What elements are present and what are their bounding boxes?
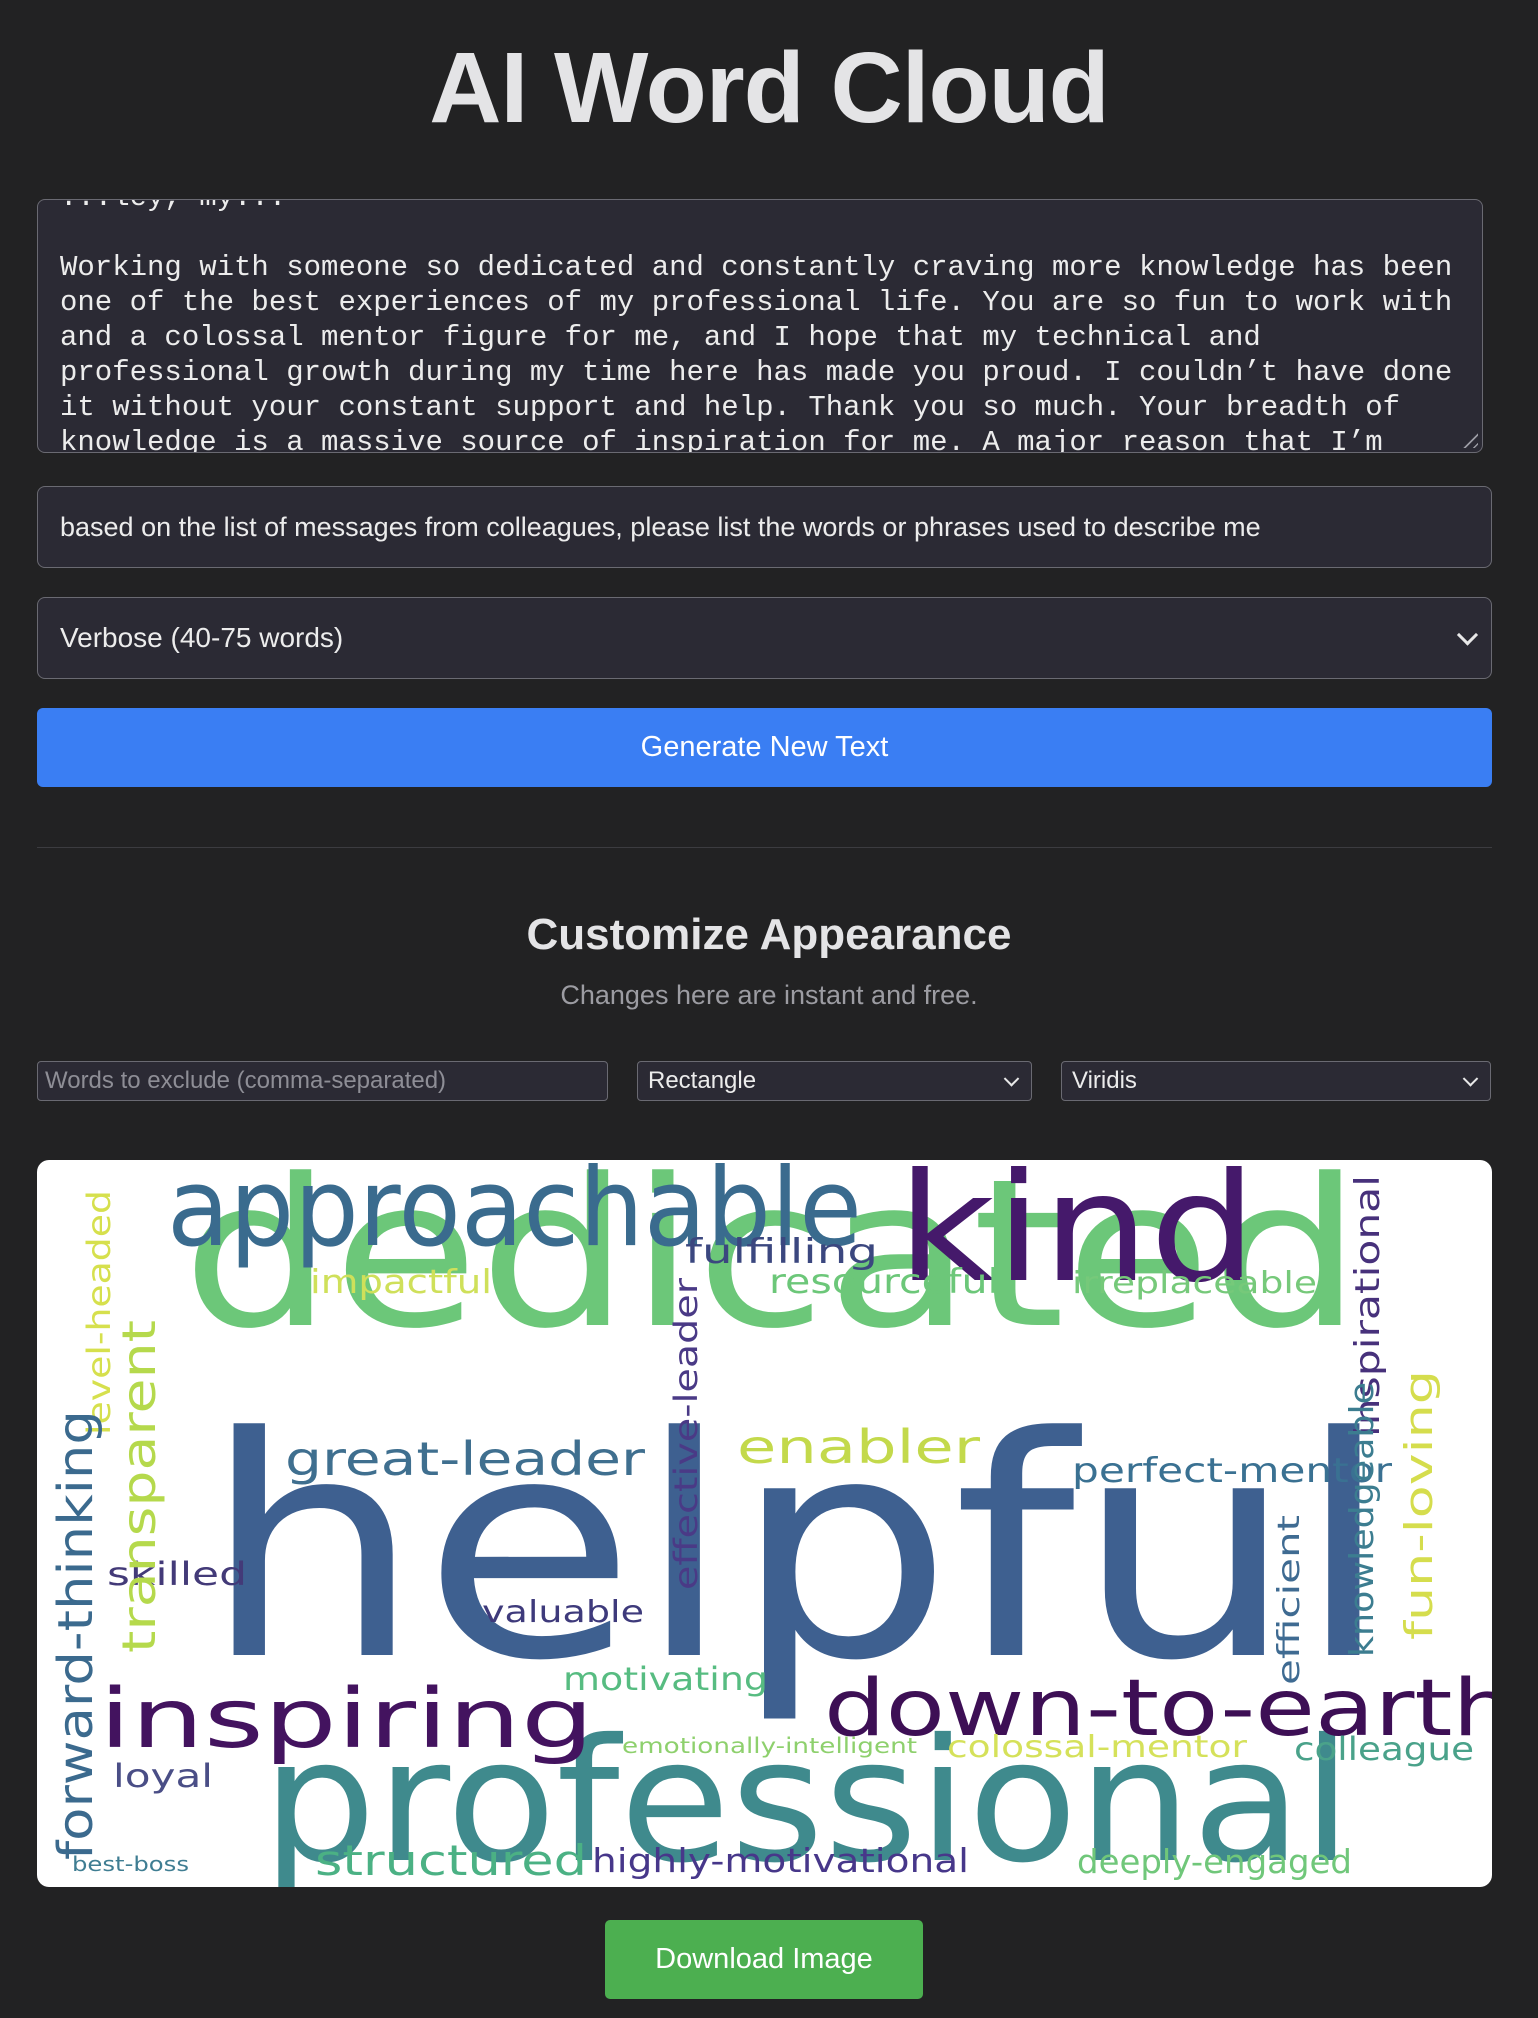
cloud-word-motivating: motivating (563, 1660, 768, 1698)
cloud-word-resourceful: resourceful (769, 1262, 999, 1302)
shape-select[interactable]: Rectangle (637, 1061, 1032, 1101)
section-subtitle: Changes here are instant and free. (560, 980, 978, 1010)
cloud-word-knowledgeable: knowledgeable (1342, 1382, 1381, 1657)
exclude-words-placeholder: Words to exclude (comma-separated) (45, 1067, 447, 1094)
cloud-word-forward-thinking: forward-thinking (48, 1410, 104, 1860)
source-text-area[interactable]: ...ley, my... Working with someone so de… (37, 199, 1483, 453)
cloud-word-emotionally-intelligent: emotionally-intelligent (622, 1734, 917, 1758)
prompt-input-value: based on the list of messages from colle… (60, 511, 1261, 542)
cloud-word-highly-motivational: highly-motivational (592, 1841, 969, 1880)
cloud-word-valuable: valuable (482, 1595, 644, 1630)
source-text-content: ...ley, my... Working with someone so de… (60, 200, 1460, 452)
divider (37, 847, 1492, 848)
word-cloud-svg: helpfuldedicatedprofessionalapproachable… (48, 1160, 1492, 1887)
cloud-word-level-headed: level-headed (80, 1190, 118, 1435)
cloud-word-fun-loving: fun-loving (1397, 1370, 1441, 1640)
colormap-select[interactable]: Viridis (1061, 1061, 1491, 1101)
generate-button[interactable]: Generate New Text (37, 708, 1492, 787)
cloud-word-transparent: transparent (112, 1320, 166, 1653)
cloud-word-efficient: efficient (1272, 1515, 1307, 1685)
cloud-word-deeply-engaged: deeply-engaged (1077, 1842, 1352, 1881)
download-button[interactable]: Download Image (605, 1920, 923, 1999)
length-select-value: Verbose (40-75 words) (60, 622, 344, 653)
cloud-word-inspiring: inspiring (99, 1672, 594, 1767)
cloud-word-irreplaceable: irreplaceable (1072, 1266, 1317, 1301)
cloud-word-effective-leader: effective-leader (667, 1277, 705, 1590)
cloud-word-colossal-mentor: colossal-mentor (947, 1730, 1248, 1765)
chevron-down-icon (1456, 624, 1479, 646)
source-text-body: Working with someone so dedicated and co… (60, 251, 1470, 453)
cloud-word-colleague: colleague (1294, 1730, 1474, 1768)
colormap-select-value: Viridis (1072, 1067, 1137, 1094)
chevron-down-icon (1003, 1071, 1020, 1087)
prompt-input[interactable]: based on the list of messages from colle… (37, 486, 1492, 568)
source-partial-line: ...ley, my... (60, 200, 286, 214)
cloud-word-structured: structured (315, 1836, 587, 1885)
chevron-down-icon (1462, 1071, 1479, 1087)
cloud-word-great-leader: great-leader (285, 1432, 645, 1486)
exclude-words-input[interactable]: Words to exclude (comma-separated) (37, 1061, 608, 1101)
length-select[interactable]: Verbose (40-75 words) (37, 597, 1492, 679)
cloud-word-enabler: enabler (737, 1420, 980, 1474)
resize-handle-icon[interactable] (1458, 428, 1478, 448)
word-cloud-image: helpful dedicated professional approachable… (37, 1160, 1492, 1887)
shape-select-value: Rectangle (648, 1067, 757, 1094)
cloud-word-loyal: loyal (113, 1757, 213, 1795)
cloud-word-impactful: impactful (310, 1262, 492, 1301)
section-title: Customize Appearance (526, 910, 1012, 959)
app-title: AI Word Cloud (429, 32, 1109, 144)
